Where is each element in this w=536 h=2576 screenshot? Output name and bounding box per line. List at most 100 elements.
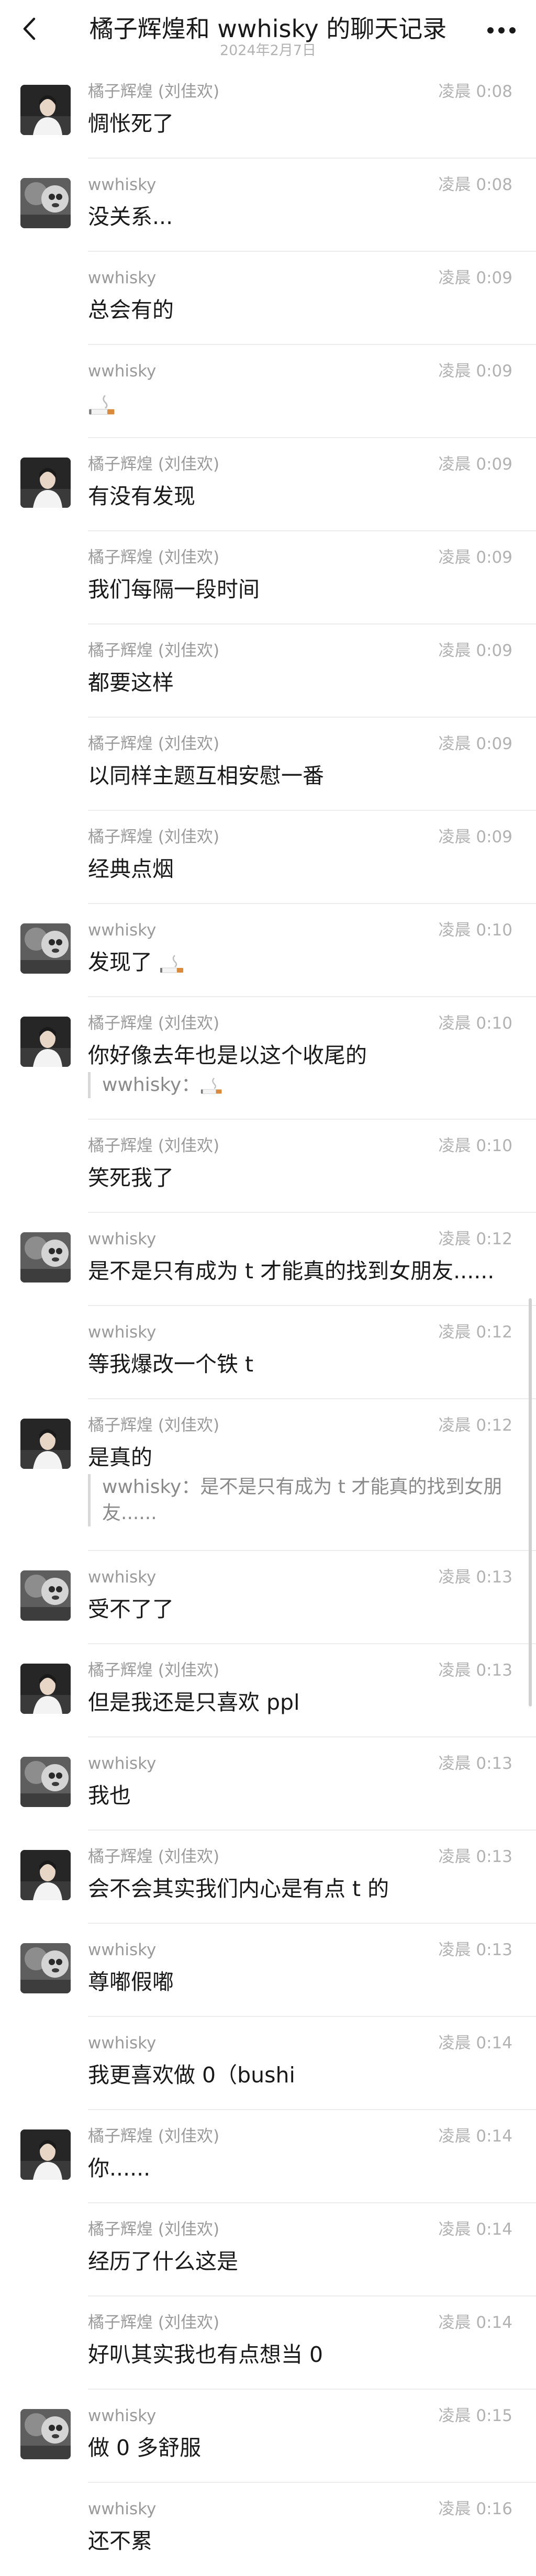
message-item[interactable]: 橘子辉煌 (刘佳欢) 凌晨 0:09 都要这样 (0, 625, 536, 718)
message-time: 凌晨 0:13 (438, 1754, 512, 1773)
more-button[interactable] (486, 20, 517, 41)
message-text: 我们每隔一段时间 (88, 575, 512, 604)
avatar[interactable] (20, 2129, 71, 2180)
message-time: 凌晨 0:13 (438, 1568, 512, 1587)
avatar[interactable] (20, 1757, 71, 1807)
avatar[interactable] (20, 1419, 71, 1469)
message-item[interactable]: wwhisky 凌晨 0:08 没关系... (0, 159, 536, 252)
scrollbar[interactable] (529, 1298, 532, 1707)
message-text: 你...... (88, 2154, 512, 2183)
message-item[interactable]: wwhisky 凌晨 0:14 我更喜欢做 0（bushi (0, 2017, 536, 2110)
message-text-content: 我们每隔一段时间 (88, 577, 260, 602)
message-time: 凌晨 0:09 (438, 828, 512, 846)
message-item[interactable]: 橘子辉煌 (刘佳欢) 凌晨 0:09 经典点烟 (0, 811, 536, 904)
message-text-content: 是不是只有成为 t 才能真的找到女朋友...... (88, 1258, 495, 1284)
message-text-content: 还不累 (88, 2528, 152, 2553)
avatar[interactable] (20, 1850, 71, 1900)
message-item[interactable]: wwhisky 凌晨 0:16 还不累 (0, 2483, 536, 2576)
message-time: 凌晨 0:10 (438, 1014, 512, 1033)
sender-name: wwhisky (88, 2034, 157, 2053)
message-item[interactable]: 橘子辉煌 (刘佳欢) 凌晨 0:09 以同样主题互相安慰一番 (0, 718, 536, 811)
sender-name: 橘子辉煌 (刘佳欢) (88, 2313, 220, 2332)
sender-name: 橘子辉煌 (刘佳欢) (88, 82, 220, 101)
message-item[interactable]: wwhisky 凌晨 0:09 (0, 345, 536, 438)
sender-name: 橘子辉煌 (刘佳欢) (88, 2220, 220, 2239)
sender-name: 橘子辉煌 (刘佳欢) (88, 1416, 220, 1435)
sender-name: 橘子辉煌 (刘佳欢) (88, 2127, 220, 2146)
message-text-content: 我也 (88, 1783, 131, 1808)
avatar[interactable] (20, 1664, 71, 1714)
message-text-content: 做 0 多舒服 (88, 2435, 202, 2460)
message-item[interactable]: 橘子辉煌 (刘佳欢) 凌晨 0:09 我们每隔一段时间 (0, 531, 536, 625)
message-time: 凌晨 0:12 (438, 1230, 512, 1248)
avatar[interactable] (20, 85, 71, 135)
message-item[interactable]: 橘子辉煌 (刘佳欢) 凌晨 0:09 有没有发现 (0, 438, 536, 531)
message-time: 凌晨 0:10 (438, 1136, 512, 1155)
sender-name: wwhisky (88, 175, 157, 194)
message-item[interactable]: wwhisky 凌晨 0:09 总会有的 (0, 252, 536, 345)
message-item[interactable]: 橘子辉煌 (刘佳欢) 凌晨 0:10 你好像去年也是以这个收尾的 wwhisky： (0, 997, 536, 1120)
message-item[interactable]: wwhisky 凌晨 0:15 做 0 多舒服 (0, 2390, 536, 2483)
sender-name: wwhisky (88, 2500, 157, 2518)
message-time: 凌晨 0:13 (438, 1941, 512, 1959)
cigarette-emoji (89, 395, 115, 415)
header-bar: 橘子辉煌和 wwhisky 的聊天记录 2024年2月7日 (0, 0, 536, 65)
message-time: 凌晨 0:09 (438, 641, 512, 660)
message-item[interactable]: 橘子辉煌 (刘佳欢) 凌晨 0:13 会不会其实我们内心是有点 t 的 (0, 1831, 536, 1924)
message-text-content: 笑死我了 (88, 1165, 174, 1190)
message-text: 做 0 多舒服 (88, 2433, 512, 2462)
sender-name: 橘子辉煌 (刘佳欢) (88, 455, 220, 474)
message-item[interactable]: 橘子辉煌 (刘佳欢) 凌晨 0:13 但是我还是只喜欢 ppl (0, 1644, 536, 1737)
message-item[interactable]: 橘子辉煌 (刘佳欢) 凌晨 0:14 好叭其实我也有点想当 0 (0, 2296, 536, 2390)
sender-name: wwhisky (88, 269, 157, 287)
message-item[interactable]: wwhisky 凌晨 0:13 尊嘟假嘟 (0, 1924, 536, 2017)
message-item[interactable]: 橘子辉煌 (刘佳欢) 凌晨 0:14 经历了什么这是 (0, 2203, 536, 2296)
sender-name: wwhisky (88, 1568, 157, 1587)
message-text-content: 你好像去年也是以这个收尾的 (88, 1043, 367, 1068)
message-time: 凌晨 0:14 (438, 2313, 512, 2332)
message-time: 凌晨 0:08 (438, 82, 512, 101)
message-time: 凌晨 0:13 (438, 1661, 512, 1680)
quoted-text: wwhisky： (102, 1074, 200, 1096)
sender-name: 橘子辉煌 (刘佳欢) (88, 1847, 220, 1866)
message-item[interactable]: wwhisky 凌晨 0:12 是不是只有成为 t 才能真的找到女朋友...... (0, 1213, 536, 1306)
message-text-content: 经历了什么这是 (88, 2249, 238, 2274)
message-item[interactable]: 橘子辉煌 (刘佳欢) 凌晨 0:12 是真的 wwhisky：是不是只有成为 t 才能… (0, 1399, 536, 1551)
avatar[interactable] (20, 2409, 71, 2459)
sender-name: 橘子辉煌 (刘佳欢) (88, 641, 220, 660)
avatar[interactable] (20, 923, 71, 974)
message-item[interactable]: wwhisky 凌晨 0:12 等我爆改一个铁 t (0, 1306, 536, 1399)
message-time: 凌晨 0:08 (438, 175, 512, 194)
quoted-message[interactable]: wwhisky：是不是只有成为 t 才能真的找到女朋 友...... (88, 1474, 512, 1526)
sender-name: wwhisky (88, 1754, 157, 1773)
avatar[interactable] (20, 1570, 71, 1621)
quoted-text: 友...... (102, 1502, 157, 1524)
message-text: 发现了 (88, 947, 512, 977)
avatar[interactable] (20, 1232, 71, 1283)
quoted-message[interactable]: wwhisky： (88, 1072, 512, 1098)
message-list[interactable]: 橘子辉煌 (刘佳欢) 凌晨 0:08 惆怅死了 wwhisky 凌晨 0:08 没关系..… (0, 65, 536, 2576)
avatar[interactable] (20, 458, 71, 508)
message-item[interactable]: 橘子辉煌 (刘佳欢) 凌晨 0:10 笑死我了 (0, 1120, 536, 1213)
avatar[interactable] (20, 1017, 71, 1067)
message-text: 笑死我了 (88, 1163, 512, 1192)
message-text: 是不是只有成为 t 才能真的找到女朋友...... (88, 1256, 512, 1286)
message-item[interactable]: wwhisky 凌晨 0:13 受不了了 (0, 1551, 536, 1644)
message-item[interactable]: wwhisky 凌晨 0:10 发现了 (0, 904, 536, 997)
message-item[interactable]: 橘子辉煌 (刘佳欢) 凌晨 0:08 惆怅死了 (0, 65, 536, 159)
message-item[interactable]: 橘子辉煌 (刘佳欢) 凌晨 0:14 你...... (0, 2110, 536, 2203)
message-text: 有没有发现 (88, 482, 512, 511)
message-item[interactable]: wwhisky 凌晨 0:13 我也 (0, 1737, 536, 1831)
message-text: 惆怅死了 (88, 109, 512, 138)
sender-name: wwhisky (88, 2406, 157, 2425)
message-text-content: 等我爆改一个铁 t (88, 1352, 254, 1377)
message-time: 凌晨 0:09 (438, 455, 512, 474)
message-time: 凌晨 0:10 (438, 921, 512, 940)
message-time: 凌晨 0:14 (438, 2220, 512, 2239)
avatar[interactable] (20, 178, 71, 228)
avatar[interactable] (20, 1943, 71, 1993)
message-time: 凌晨 0:12 (438, 1416, 512, 1435)
message-text-content: 发现了 (88, 950, 152, 975)
more-icon (487, 27, 516, 34)
message-text: 都要这样 (88, 668, 512, 697)
